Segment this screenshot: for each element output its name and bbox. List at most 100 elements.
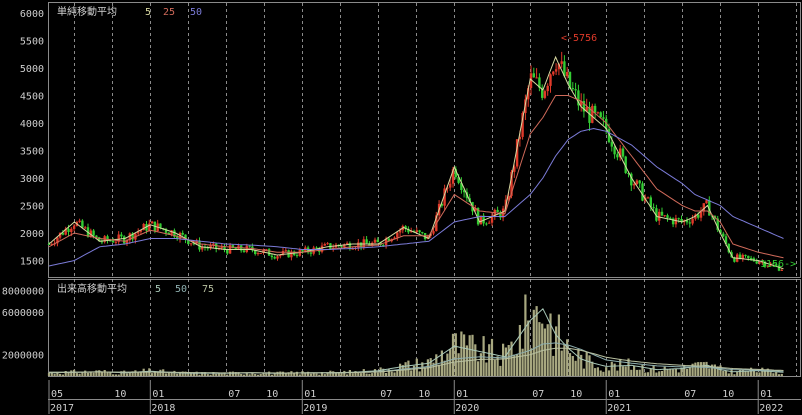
volume-tick-label: 8000000 [2, 287, 44, 298]
volume-bar [560, 350, 563, 376]
volume-bar [646, 372, 650, 376]
volume-bar [644, 372, 647, 376]
year-label: 2019 [303, 403, 327, 414]
month-label: 01 [456, 389, 468, 400]
candle-body [226, 249, 229, 254]
volume-bar [471, 334, 474, 376]
year-label: 2017 [50, 403, 74, 414]
volume-bar [61, 374, 64, 376]
candle-body [591, 105, 594, 123]
candle-body [744, 254, 747, 256]
volume-bar [360, 373, 363, 376]
month-label: 07 [532, 389, 544, 400]
volume-bar [635, 369, 638, 376]
candle-body [111, 240, 115, 243]
volume-bar [112, 374, 115, 376]
volume-bar [705, 361, 708, 376]
volume-bar [518, 325, 521, 376]
candle-body [340, 245, 343, 247]
volume-bar [736, 371, 739, 376]
volume-bar [357, 372, 360, 376]
month-label: 07 [380, 389, 392, 400]
volume-bar [772, 373, 775, 376]
candle-body [120, 234, 123, 237]
volume-bar [529, 348, 533, 376]
volume-bar [649, 368, 652, 376]
candle-body [780, 269, 783, 271]
candle-body [669, 217, 672, 219]
candle-body [242, 250, 246, 252]
candle-body [259, 253, 262, 254]
volume-bar [226, 374, 229, 376]
volume-bar [694, 362, 697, 376]
volume-bar [443, 360, 446, 376]
volume-bar [125, 373, 129, 376]
candle-body [376, 239, 379, 243]
month-label: 10 [722, 389, 734, 400]
candle-body [309, 252, 313, 254]
volume-bar [145, 372, 148, 376]
volume-bar [638, 369, 641, 376]
volume-bar [543, 328, 546, 376]
volume-bar [630, 369, 633, 376]
candle-body [652, 207, 655, 209]
candle-body [560, 61, 563, 64]
price-tick-label: 5500 [20, 37, 44, 48]
candle-body [270, 255, 274, 258]
volume-bar [393, 372, 396, 376]
volume-bar [621, 366, 625, 376]
volume-bar [198, 374, 201, 376]
candle-body [189, 243, 193, 245]
candle-body [496, 209, 499, 213]
volume-bar [240, 374, 243, 376]
legend-ma50: 50 [190, 7, 202, 18]
candle-body [663, 215, 666, 217]
volume-bar [251, 373, 254, 376]
volume-bar [451, 333, 455, 376]
candle-body [596, 112, 600, 114]
year-label: 2022 [759, 403, 783, 414]
candle-body [660, 211, 664, 216]
volume-bar [624, 366, 627, 376]
candle-body [747, 255, 750, 259]
volume-bar [332, 371, 335, 376]
volume-bar [368, 373, 371, 376]
candle-body [552, 71, 555, 75]
candle-body [245, 245, 248, 252]
volume-bar [477, 361, 480, 376]
candle-body [658, 211, 661, 221]
volume-bar [605, 367, 608, 376]
volume-bar [755, 372, 758, 376]
volume-bar [616, 370, 619, 376]
volume-bar [318, 374, 321, 376]
volume-bar [309, 373, 312, 376]
volume-bar [568, 353, 572, 376]
volume-bar [733, 374, 736, 376]
candle-body [571, 88, 574, 90]
volume-bar [245, 373, 248, 376]
candle-body [546, 85, 549, 92]
candle-body [613, 146, 616, 155]
volume-bar [256, 374, 260, 376]
candle-body [688, 222, 691, 224]
volume-bar [259, 374, 262, 376]
price-tick-label: 5000 [20, 64, 44, 75]
volume-bar [176, 373, 179, 376]
volume-bar [613, 363, 616, 376]
volume-bar [103, 370, 106, 376]
price-tick-label: 3500 [20, 147, 44, 158]
volume-bar [594, 368, 597, 376]
volume-bar [747, 371, 750, 376]
candle-body [449, 183, 452, 188]
volume-bar [769, 372, 772, 376]
candle-body [543, 91, 547, 98]
candle-body [610, 142, 613, 147]
volume-bar [73, 369, 76, 376]
volume-bar [151, 373, 154, 376]
month-label: 10 [266, 389, 278, 400]
volume-bar [672, 369, 675, 376]
candle-body [323, 244, 326, 246]
candle-body [702, 203, 705, 212]
candle-body [535, 77, 538, 79]
volume-bar [248, 374, 251, 376]
